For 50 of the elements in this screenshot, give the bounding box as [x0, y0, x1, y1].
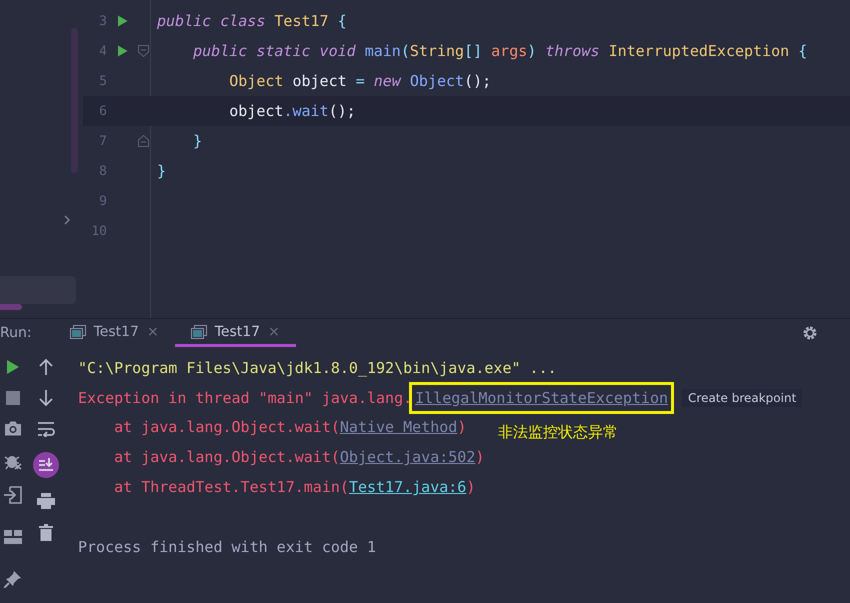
code-line: Object object = new Object();: [228, 72, 492, 90]
console-text: at java.lang.Object.wait(: [113, 448, 340, 466]
code-line: }: [157, 162, 166, 180]
line-number: 10: [90, 224, 107, 238]
line-number: 6: [98, 104, 107, 118]
chevron-icon[interactable]: [63, 215, 71, 225]
scroll-to-end-icon[interactable]: [33, 452, 59, 478]
panel-indicator: [0, 304, 22, 310]
line-number: 3: [98, 14, 107, 28]
source-link[interactable]: Object.java:502: [340, 448, 476, 466]
console-icon: [190, 324, 207, 338]
console-icon: [70, 324, 86, 338]
settings-icon[interactable]: [802, 325, 818, 341]
camera-icon[interactable]: [4, 421, 22, 436]
run-tab[interactable]: Test17 ×: [54, 319, 175, 347]
console-text: ): [475, 448, 484, 466]
console-text: ): [466, 478, 476, 496]
trash-icon[interactable]: [39, 524, 53, 541]
tooltip: Create breakpoint: [682, 388, 802, 407]
code-line: }: [192, 132, 202, 150]
line-number: 5: [98, 74, 107, 88]
console-text: at ThreadTest.Test17.main(: [113, 478, 349, 496]
console-text: Process finished with exit code 1: [78, 538, 376, 556]
run-label: Run:: [0, 325, 32, 341]
login-icon[interactable]: [4, 486, 22, 504]
run-icon[interactable]: [117, 45, 128, 57]
code-line: public class Test17 {: [157, 12, 347, 30]
run-icon[interactable]: [6, 359, 20, 375]
console-text: "C:\Program Files\Java\jdk1.8.0_192\bin\java.exe" ...: [78, 358, 557, 377]
annotation-text: 非法监控状态异常: [498, 423, 618, 442]
source-link[interactable]: Native Method: [340, 418, 458, 436]
line-number: 4: [98, 44, 107, 58]
code-line: public static void main(String[] args) throws InterruptedException {: [192, 42, 808, 60]
console-text: at java.lang.Object.wait(: [113, 418, 340, 436]
run-icon[interactable]: [117, 15, 128, 27]
console-text: Exception in thread "main" java.lang.: [78, 388, 412, 407]
arrow-down-icon[interactable]: [39, 390, 53, 406]
line-number: 8: [98, 164, 107, 178]
code-line: object.wait();: [228, 102, 356, 120]
line-number: 7: [98, 134, 107, 148]
layout-icon[interactable]: [4, 530, 22, 544]
source-link[interactable]: Test17.java:6: [348, 478, 466, 496]
arrow-up-icon[interactable]: [39, 359, 53, 375]
run-tab[interactable]: Test17 ×: [174, 319, 296, 347]
console-text: ): [457, 418, 466, 436]
exception-link[interactable]: IllegalMonitorStateException: [415, 388, 668, 407]
soft-wrap-icon[interactable]: [37, 421, 55, 437]
line-number: 9: [98, 194, 107, 208]
pin-icon[interactable]: [4, 570, 22, 588]
print-icon[interactable]: [37, 493, 55, 509]
